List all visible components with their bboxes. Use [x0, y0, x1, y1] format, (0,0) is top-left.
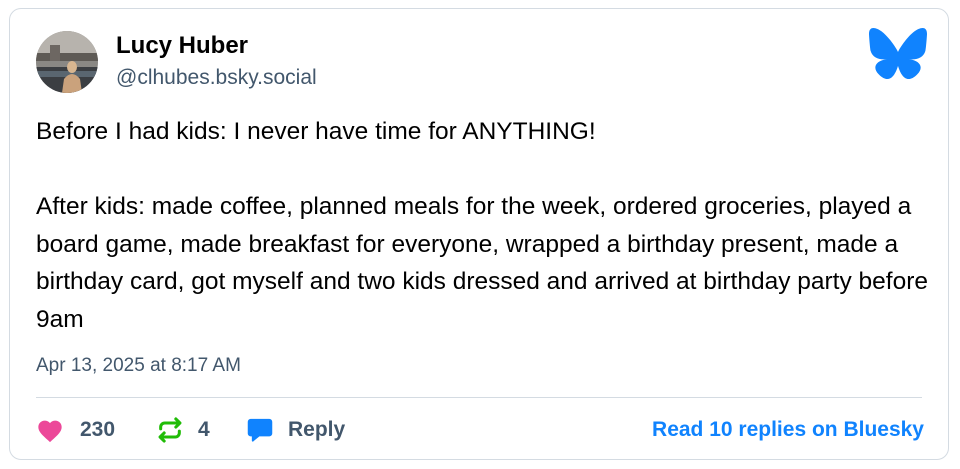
- heart-icon: [36, 417, 64, 443]
- like-count: 230: [80, 418, 116, 441]
- bluesky-butterfly-icon[interactable]: [868, 27, 928, 80]
- reply-label: Reply: [288, 418, 346, 441]
- post-text: Before I had kids: I never have time for…: [36, 118, 928, 333]
- repost-count: 4: [198, 418, 210, 441]
- post-embed-card[interactable]: Lucy Huber @clhubes.bsky.social Before I…: [9, 8, 949, 460]
- avatar[interactable]: [36, 31, 98, 93]
- author-display-name[interactable]: Lucy Huber: [116, 31, 248, 61]
- repost-icon: [156, 416, 184, 444]
- repost-button[interactable]: 4: [156, 415, 210, 445]
- avatar-photo: [36, 31, 98, 93]
- divider: [36, 397, 922, 398]
- read-replies-link[interactable]: Read 10 replies on Bluesky: [652, 415, 924, 445]
- author-handle[interactable]: @clhubes.bsky.social: [116, 64, 317, 92]
- speech-bubble-icon: [246, 416, 274, 444]
- post-timestamp[interactable]: Apr 13, 2025 at 8:17 AM: [36, 354, 241, 378]
- like-button[interactable]: 230: [36, 415, 115, 445]
- reply-button[interactable]: Reply: [246, 415, 345, 445]
